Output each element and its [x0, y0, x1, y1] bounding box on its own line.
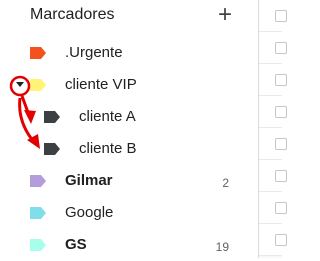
message-row[interactable] — [259, 0, 287, 32]
label-tag-icon — [30, 79, 46, 91]
message-row[interactable] — [259, 160, 287, 192]
label-tag-icon — [30, 175, 46, 187]
label-name: cliente B — [79, 140, 137, 157]
plus-icon[interactable]: + — [214, 2, 236, 28]
message-list-edge — [259, 0, 287, 258]
checkbox[interactable] — [275, 170, 287, 182]
label-tag-icon — [30, 207, 46, 219]
label-item-urgente[interactable]: .Urgente — [0, 37, 258, 69]
label-tag-icon — [44, 111, 60, 123]
label-name: Gilmar — [65, 172, 113, 189]
checkbox[interactable] — [275, 138, 287, 150]
unread-count: 2 — [222, 176, 229, 190]
tag-shape — [30, 239, 46, 251]
checkbox[interactable] — [275, 42, 287, 54]
label-tag-icon — [44, 143, 60, 155]
checkbox[interactable] — [275, 106, 287, 118]
label-item-gilmar[interactable]: Gilmar 2 — [0, 165, 258, 197]
labels-sidebar: Marcadores + .Urgente cliente VIP client… — [0, 0, 258, 258]
label-item-google[interactable]: Google — [0, 197, 258, 229]
labels-header: Marcadores + — [0, 0, 258, 32]
message-row[interactable] — [259, 96, 287, 128]
message-row[interactable] — [259, 64, 287, 96]
tag-shape — [30, 207, 46, 219]
label-name: Google — [65, 204, 114, 221]
message-row[interactable] — [259, 224, 287, 256]
message-row[interactable] — [259, 128, 287, 160]
unread-count: 19 — [215, 240, 229, 254]
message-row[interactable] — [259, 32, 287, 64]
message-row[interactable] — [259, 192, 287, 224]
label-item-cliente-vip[interactable]: cliente VIP — [0, 69, 258, 101]
label-tag-icon — [30, 47, 46, 59]
tag-shape — [30, 175, 46, 187]
labels-title: Marcadores — [30, 6, 115, 23]
tag-shape — [44, 143, 60, 155]
label-name: cliente VIP — [65, 76, 137, 93]
tag-shape — [30, 47, 46, 59]
checkbox[interactable] — [275, 74, 287, 86]
tag-shape — [44, 111, 60, 123]
checkbox[interactable] — [275, 234, 287, 246]
label-item-cliente-b[interactable]: cliente B — [0, 133, 258, 165]
label-name: cliente A — [79, 108, 136, 125]
checkbox[interactable] — [275, 10, 287, 22]
chevron-down-icon[interactable] — [16, 82, 24, 88]
label-item-cliente-a[interactable]: cliente A — [0, 101, 258, 133]
label-tag-icon — [30, 239, 46, 251]
checkbox[interactable] — [275, 202, 287, 214]
label-item-gs[interactable]: GS 19 — [0, 229, 258, 261]
tag-shape — [30, 79, 46, 91]
label-name: .Urgente — [65, 44, 123, 61]
label-name: GS — [65, 236, 87, 253]
